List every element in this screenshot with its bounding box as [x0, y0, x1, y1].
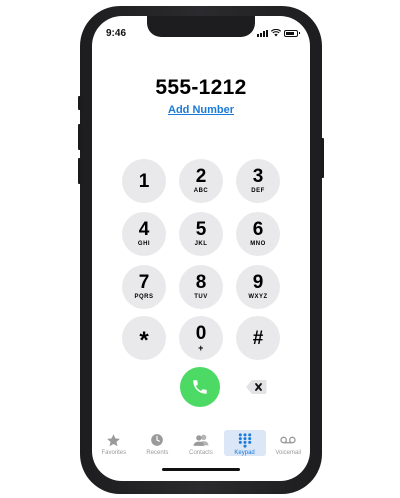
add-number-link[interactable]: Add Number: [92, 104, 310, 116]
key-3[interactable]: 3 DEF: [236, 159, 280, 203]
key-digit: 8: [195, 272, 207, 293]
key-letters: MNO: [250, 241, 266, 247]
key-digit: 1: [138, 170, 150, 192]
phone-icon: [193, 380, 207, 394]
tab-keypad[interactable]: Keypad: [223, 430, 266, 456]
wifi-icon: [271, 29, 281, 37]
key-6[interactable]: 6 MNO: [236, 212, 280, 256]
key-hash[interactable]: #: [236, 316, 280, 360]
key-digit: 2: [195, 166, 207, 187]
key-letters: WXYZ: [248, 294, 268, 300]
silent-switch: [78, 96, 81, 110]
key-1[interactable]: 1: [122, 159, 166, 203]
key-letters: PQRS: [134, 294, 154, 300]
tab-label: Recents: [146, 450, 169, 456]
tab-label: Keypad: [234, 450, 255, 456]
tab-contacts[interactable]: Contacts: [180, 430, 222, 456]
tab-voicemail[interactable]: Voicemail: [267, 430, 309, 456]
status-time: 9:46: [106, 28, 127, 39]
key-digit: 4: [138, 219, 150, 240]
key-7[interactable]: 7 PQRS: [122, 265, 166, 309]
phone-screen: 9:46 555-1212 Add Number 1 2 ABC 3 DEF 4…: [92, 16, 310, 481]
key-digit: 0: [195, 323, 207, 344]
tab-favorites[interactable]: Favorites: [93, 430, 135, 456]
key-letters: ABC: [193, 188, 209, 194]
volume-up-button: [78, 124, 81, 150]
key-letters: TUV: [194, 294, 208, 300]
key-0[interactable]: 0 +: [179, 316, 223, 360]
key-letters: GHI: [137, 241, 151, 247]
status-icons: [257, 29, 300, 37]
key-digit: 7: [138, 272, 150, 293]
volume-down-button: [78, 158, 81, 184]
key-digit: *: [139, 327, 149, 354]
clock-icon: [149, 432, 165, 448]
tab-label: Favorites: [101, 450, 127, 456]
battery-icon: [284, 29, 300, 37]
contacts-icon: [193, 432, 209, 448]
key-digit: 5: [195, 219, 207, 240]
star-icon: [106, 432, 122, 448]
key-4[interactable]: 4 GHI: [122, 212, 166, 256]
voicemail-icon: [280, 432, 296, 448]
power-button: [321, 138, 324, 178]
key-5[interactable]: 5 JKL: [179, 212, 223, 256]
tab-label: Contacts: [189, 450, 213, 456]
key-2[interactable]: 2 ABC: [179, 159, 223, 203]
call-button[interactable]: [180, 367, 220, 407]
key-digit: 9: [252, 272, 264, 293]
signal-icon: [257, 29, 268, 37]
key-8[interactable]: 8 TUV: [179, 265, 223, 309]
tab-bar: Favorites Recents Contacts Keypad Voicem…: [92, 430, 310, 466]
tab-label: Voicemail: [275, 450, 302, 456]
key-star[interactable]: *: [122, 316, 166, 360]
key-digit: #: [252, 327, 264, 349]
key-letters: JKL: [194, 241, 208, 247]
delete-button[interactable]: [245, 379, 267, 395]
key-letters: +: [198, 343, 204, 353]
keypad-icon: [237, 432, 253, 448]
home-indicator[interactable]: [162, 468, 240, 471]
key-digit: 6: [252, 219, 264, 240]
key-9[interactable]: 9 WXYZ: [236, 265, 280, 309]
tab-recents[interactable]: Recents: [136, 430, 178, 456]
backspace-icon: [246, 380, 267, 394]
notch: [147, 16, 255, 37]
dialed-number: 555-1212: [155, 76, 247, 99]
key-digit: 3: [252, 166, 264, 187]
key-letters: DEF: [251, 188, 265, 194]
